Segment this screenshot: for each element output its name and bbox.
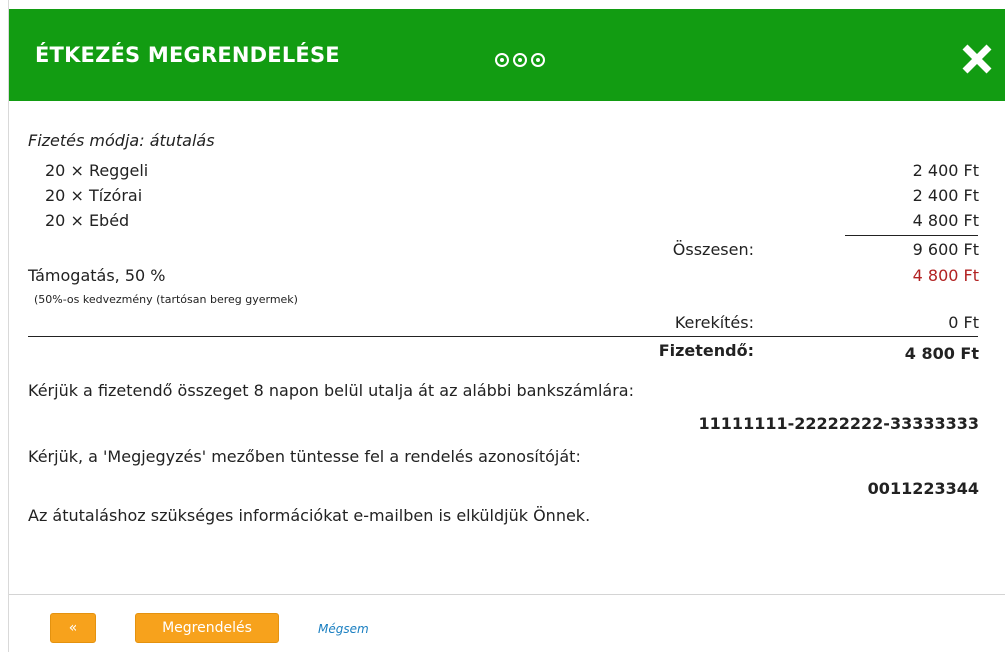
payable-label: Fizetendő: [658,341,754,360]
footer-divider [9,594,1005,595]
payable-amount: 4 800 Ft [904,344,979,363]
item-label: 20 × Reggeli [45,161,149,180]
step-indicator [495,53,545,67]
reference-instruction: Kérjük, a 'Megjegyzés' mezőben tüntesse … [28,447,581,466]
rounding-label: Kerekítés: [674,313,754,332]
subtotal-divider [845,235,978,236]
order-id: 0011223344 [867,479,979,498]
payable-divider [28,336,978,337]
item-label: 20 × Tízórai [45,186,143,205]
subsidy-label: Támogatás, 50 % [28,266,166,285]
payment-method: Fizetés módja: átutalás [28,131,215,150]
modal-title: ÉTKEZÉS MEGRENDELÉSE [35,43,340,67]
step-dot-icon [513,53,527,67]
bank-account: 11111111-22222222-33333333 [698,414,979,433]
email-note: Az átutaláshoz szükséges információkat e… [28,506,591,525]
item-amount: 2 400 Ft [912,186,979,205]
modal-header: ÉTKEZÉS MEGRENDELÉSE [9,9,1005,101]
close-icon [962,44,992,74]
rounding-amount: 0 Ft [948,313,979,332]
total-label: Összesen: [672,240,754,259]
item-amount: 2 400 Ft [912,161,979,180]
cancel-link[interactable]: Mégsem [318,622,369,636]
total-amount: 9 600 Ft [912,240,979,259]
step-dot-icon [531,53,545,67]
item-amount: 4 800 Ft [912,211,979,230]
back-button[interactable]: « [50,613,96,643]
close-button[interactable] [959,41,995,77]
order-button[interactable]: Megrendelés [135,613,279,643]
step-dot-icon [495,53,509,67]
transfer-instruction: Kérjük a fizetendő összeget 8 napon belü… [28,381,634,400]
left-edge [0,0,9,652]
subsidy-note: (50%-os kedvezmény (tartósan bereg gyerm… [34,293,298,306]
subsidy-amount: 4 800 Ft [912,266,979,285]
item-label: 20 × Ebéd [45,211,130,230]
